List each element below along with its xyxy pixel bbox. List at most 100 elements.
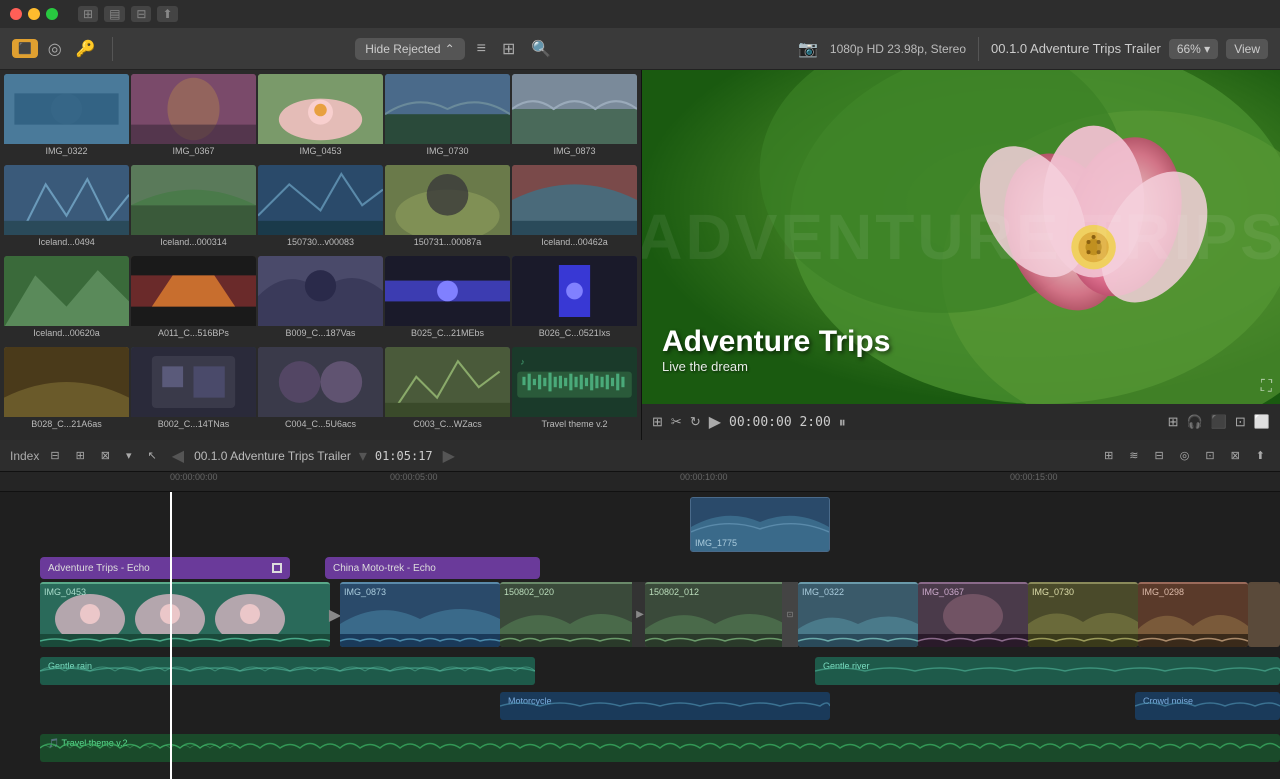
toolbar-right: 📷 1080p HD 23.98p, Stereo 00.1.0 Adventu…: [794, 35, 1268, 63]
title-bar: ⊞ ▤ ⊟ ⬆: [0, 0, 1280, 28]
fullscreen-icon[interactable]: ⛶: [1261, 378, 1272, 396]
viewer-canvas: ADVENTURE TRIPS Adventure Trips Live the…: [642, 70, 1280, 404]
playback-timecode: 00:00:00 2:00: [729, 415, 831, 430]
ruler-mark-10: 00:00:10:00: [680, 472, 728, 482]
clip-img0873[interactable]: IMG_0873: [340, 582, 500, 647]
media-item[interactable]: ♪ Travel theme v.2: [512, 347, 637, 436]
mute-icon[interactable]: ⊡: [1200, 447, 1219, 464]
media-item[interactable]: B009_C...187Vas: [258, 256, 383, 345]
media-thumbnail: [512, 74, 637, 144]
media-item[interactable]: IMG_0730: [385, 74, 510, 163]
title-bar-icons: ⊞ ▤ ⊟ ⬆: [78, 6, 178, 22]
share-icon[interactable]: ⬛: [1211, 414, 1227, 430]
timeline-list-icon[interactable]: ⊟: [45, 447, 64, 464]
transform-icon[interactable]: ✂: [671, 414, 682, 430]
media-item[interactable]: B025_C...21MEbs: [385, 256, 510, 345]
media-label: B028_C...21A6as: [4, 417, 129, 431]
timeline-tool-icon[interactable]: ▾: [121, 447, 137, 464]
library-icon[interactable]: ⬛: [12, 39, 38, 58]
media-label: B009_C...187Vas: [258, 326, 383, 340]
media-thumbnail: [385, 347, 510, 417]
zoom-button[interactable]: 66% ▾: [1169, 39, 1218, 59]
play-button[interactable]: ▶: [709, 412, 721, 432]
audio-motorcycle[interactable]: Motorcycle: [500, 692, 830, 720]
headphones-icon[interactable]: ◎: [1175, 447, 1195, 464]
media-item[interactable]: 150730...v00083: [258, 165, 383, 254]
media-import-icon[interactable]: ◎: [44, 35, 66, 63]
audio-track-china-echo[interactable]: China Moto-trek - Echo: [325, 557, 540, 579]
media-item[interactable]: Iceland...00462a: [512, 165, 637, 254]
clip-img0453[interactable]: IMG_0453: [40, 582, 330, 647]
cursor-icon[interactable]: ↖: [143, 447, 162, 464]
audio-label-adventure: Adventure Trips - Echo: [48, 563, 150, 574]
maximize-button[interactable]: [46, 8, 58, 20]
meter-icon[interactable]: ⊟: [1150, 447, 1169, 464]
headphone-icon[interactable]: 🎧: [1187, 414, 1203, 430]
audio-crowd-noise[interactable]: Crowd noise: [1135, 692, 1280, 720]
media-item[interactable]: A011_C...516BPs: [131, 256, 256, 345]
audio-waveform-icon[interactable]: ≋: [1124, 447, 1143, 464]
hide-rejected-button[interactable]: Hide Rejected ⌃: [355, 38, 464, 60]
clip-img0730[interactable]: IMG_0730: [1028, 582, 1138, 647]
media-item[interactable]: C003_C...WZacs: [385, 347, 510, 436]
audio-travel-theme[interactable]: 🎵 Travel theme v.2: [40, 734, 1280, 762]
media-item[interactable]: 150731...00087a: [385, 165, 510, 254]
media-thumbnail: [131, 347, 256, 417]
clip-img0367[interactable]: IMG_0367: [918, 582, 1028, 647]
clip-img0298[interactable]: IMG_0298: [1138, 582, 1248, 647]
media-label: 150730...v00083: [258, 235, 383, 249]
crop-icon[interactable]: ⊡: [1235, 414, 1246, 430]
floating-clip-img1775[interactable]: IMG_1775: [690, 497, 830, 552]
expand-icon[interactable]: ⬜: [1254, 414, 1270, 430]
search-icon[interactable]: 🔍: [527, 35, 555, 63]
clip-150802-020[interactable]: 150802_020: [500, 582, 635, 647]
timeline-view-icon[interactable]: ⊠: [96, 447, 115, 464]
media-item[interactable]: IMG_0873: [512, 74, 637, 163]
ruler-container: 00:00:00:00 00:00:05:00 00:00:10:00 00:0…: [170, 472, 1280, 492]
export-icon[interactable]: ⬆: [1251, 447, 1270, 464]
media-item[interactable]: B028_C...21A6as: [4, 347, 129, 436]
main-toolbar: ⬛ ◎ 🔑 Hide Rejected ⌃ ≡ ⊞ 🔍 📷 1080p HD 2…: [0, 28, 1280, 70]
media-thumbnail: [4, 165, 129, 235]
layout-icon[interactable]: ⊞: [1168, 414, 1179, 430]
settings-icon[interactable]: ⊟: [131, 6, 151, 22]
media-item[interactable]: IMG_0453: [258, 74, 383, 163]
media-item[interactable]: Iceland...00620a: [4, 256, 129, 345]
clip-extra[interactable]: [1248, 582, 1280, 647]
view-mode-icon[interactable]: ⊞: [652, 414, 663, 430]
audio-gentle-rain[interactable]: Gentle rain: [40, 657, 535, 685]
clip-img0322[interactable]: IMG_0322: [798, 582, 918, 647]
timeline-grid-icon[interactable]: ⊞: [71, 447, 90, 464]
filter-icon[interactable]: ≡: [473, 36, 490, 62]
photo-icon[interactable]: 🔑: [72, 35, 100, 63]
media-item[interactable]: Iceland...000314: [131, 165, 256, 254]
minimize-button[interactable]: [28, 8, 40, 20]
export-icon[interactable]: ⬆: [157, 6, 177, 22]
view-button[interactable]: View: [1226, 39, 1268, 59]
media-thumbnail: [131, 74, 256, 144]
media-thumbnail: [258, 256, 383, 326]
media-item[interactable]: Iceland...0494: [4, 165, 129, 254]
grid-icon[interactable]: ⊞: [78, 6, 98, 22]
media-item[interactable]: IMG_0367: [131, 74, 256, 163]
camera-icon[interactable]: 📷: [794, 35, 822, 63]
media-item[interactable]: C004_C...5U6acs: [258, 347, 383, 436]
audio-icon[interactable]: ↻: [690, 414, 701, 430]
media-item[interactable]: IMG_0322: [4, 74, 129, 163]
grid-view-icon[interactable]: ⊞: [498, 35, 519, 63]
media-thumbnail: [4, 347, 129, 417]
audio-gentle-river[interactable]: Gentle river: [815, 657, 1280, 685]
media-label: B026_C...0521Ixs: [512, 326, 637, 340]
close-button[interactable]: [10, 8, 22, 20]
svg-text:♪: ♪: [520, 356, 524, 366]
audio-track-adventure-echo[interactable]: Adventure Trips - Echo: [40, 557, 290, 579]
media-item[interactable]: B002_C...14TNas: [131, 347, 256, 436]
media-grid: IMG_0322 IMG_0367: [0, 70, 641, 440]
solo-icon[interactable]: ⊠: [1226, 447, 1245, 464]
pause-icon[interactable]: ⏸: [839, 414, 846, 431]
clip-150802-012[interactable]: 150802_012: [645, 582, 785, 647]
toolbar-separator-2: [978, 37, 979, 61]
media-item[interactable]: B026_C...0521Ixs: [512, 256, 637, 345]
film-icon[interactable]: ▤: [104, 6, 125, 22]
clip-connect-icon[interactable]: ⊞: [1099, 447, 1118, 464]
